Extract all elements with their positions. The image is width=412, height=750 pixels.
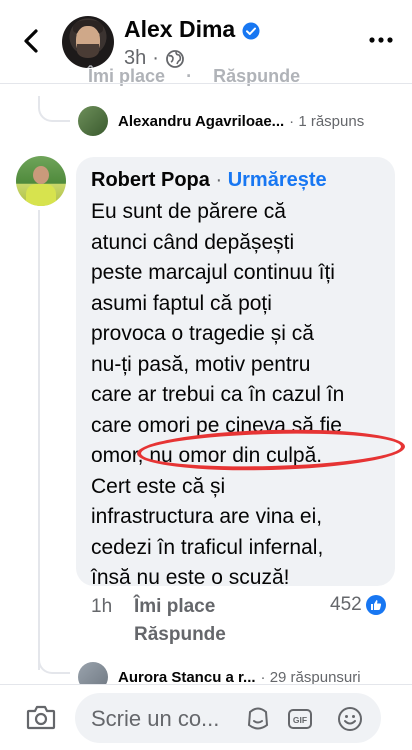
thread-connector bbox=[38, 96, 70, 122]
like-button[interactable]: Îmi place bbox=[134, 596, 215, 618]
commenter-avatar[interactable] bbox=[16, 156, 66, 206]
verified-badge-icon bbox=[242, 22, 260, 40]
reply-button[interactable]: Răspunde bbox=[134, 624, 226, 646]
reply-avatar bbox=[78, 106, 108, 136]
comment-author-name[interactable]: Robert Popa bbox=[91, 169, 210, 191]
reaction-summary[interactable]: 452 bbox=[330, 594, 386, 616]
comment-input[interactable]: Scrie un co... GIF bbox=[75, 693, 381, 743]
reply-preview[interactable]: Alexandru Agavriloae... · 1 răspuns bbox=[78, 106, 412, 136]
reply-count: · 29 răspunsuri bbox=[260, 668, 361, 686]
comment-time: 1h bbox=[91, 596, 113, 617]
back-arrow-icon[interactable] bbox=[18, 26, 46, 56]
avatar-sticker-icon[interactable] bbox=[245, 706, 271, 732]
thread-connector bbox=[38, 640, 70, 674]
comment-author-line: Robert Popa · Urmărește bbox=[91, 169, 327, 191]
svg-text:GIF: GIF bbox=[293, 715, 307, 725]
comment-input-placeholder: Scrie un co... bbox=[91, 706, 220, 731]
camera-icon[interactable] bbox=[26, 704, 56, 730]
comment-composer: Scrie un co... GIF bbox=[0, 684, 412, 750]
header-divider bbox=[0, 83, 412, 84]
reply-count: · 1 răspuns bbox=[289, 112, 365, 130]
reaction-count: 452 bbox=[330, 594, 362, 615]
author-avatar[interactable] bbox=[62, 16, 114, 68]
comment-text: Eu sunt de părere că atunci când depășeș… bbox=[91, 200, 345, 589]
gif-icon[interactable]: GIF bbox=[287, 706, 313, 732]
reply-author-name: Aurora Stancu a r... bbox=[118, 668, 256, 686]
more-options-icon[interactable] bbox=[368, 34, 394, 46]
author-name[interactable]: Alex Dima bbox=[124, 16, 235, 43]
post-header: Alex Dima 3h · Îmi place · Răspunde bbox=[0, 0, 412, 86]
reply-author-name: Alexandru Agavriloae... bbox=[118, 112, 285, 130]
thread-line bbox=[38, 210, 40, 670]
like-reaction-icon bbox=[365, 595, 386, 615]
follow-button[interactable]: Urmărește bbox=[228, 169, 327, 191]
emoji-icon[interactable] bbox=[337, 706, 363, 732]
